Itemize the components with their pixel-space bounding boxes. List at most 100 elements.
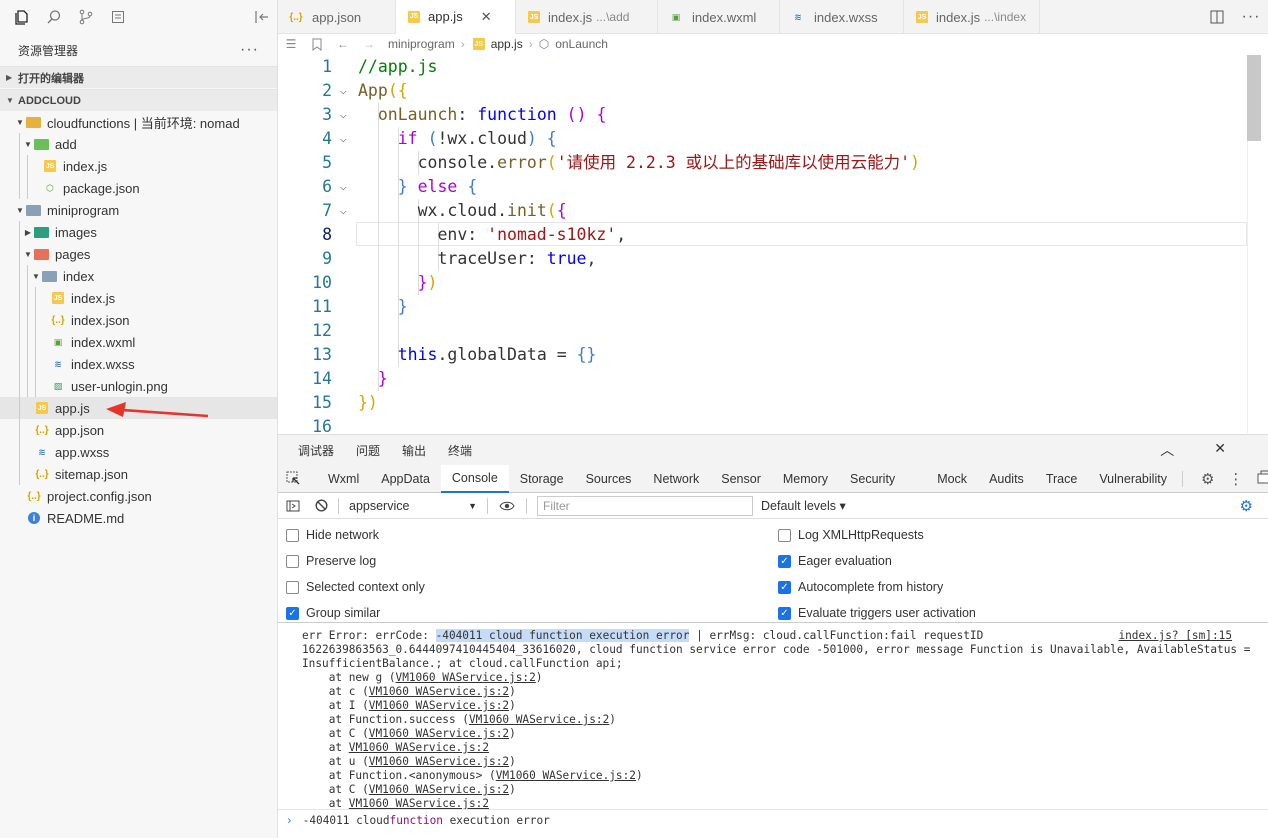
chevron-up-icon[interactable]: ︿ [1160,440,1174,460]
explorer-icon[interactable] [6,0,38,34]
editor-scrollbar-thumb[interactable] [1247,55,1261,141]
tree-item[interactable]: ▼ index [0,265,277,287]
chevron-down-icon[interactable]: ▼ [14,206,26,215]
kebab-menu-icon[interactable]: ⋮ [1228,470,1243,488]
back-arrow-icon[interactable]: ← [330,37,356,51]
stack-link[interactable]: VM1060 WAService.js:2 [369,727,509,740]
devtools-tab-vulnerability[interactable]: Vulnerability [1088,465,1178,493]
list-icon[interactable]: ☰ [278,37,304,51]
console-prompt[interactable]: › -404011 cloud function execution error [278,809,1268,831]
tree-item[interactable]: ⬡ package.json [0,177,277,199]
stack-link[interactable]: VM1060 WAService.js:2 [369,685,509,698]
checkbox-unchecked[interactable] [778,528,791,542]
devtools-tab-console[interactable]: Console [440,464,509,493]
console-option[interactable]: Hide network [286,528,379,542]
stack-link[interactable]: VM1060 WAService.js:2 [349,741,489,754]
breadcrumb-folder[interactable]: miniprogram [388,37,455,51]
chevron-down-icon[interactable]: ▼ [22,140,34,149]
fold-chevron-icon[interactable]: ⌵ [340,127,347,151]
panel-tab-debugger[interactable]: 调试器 [298,442,334,459]
source-link[interactable]: index.js? [sm]:15 [1118,629,1232,643]
tree-item[interactable]: {..} app.json [0,419,277,441]
inspect-element-icon[interactable] [278,465,309,493]
forward-arrow-icon[interactable]: → [356,37,382,51]
undock-icon[interactable] [1257,470,1268,487]
console-option[interactable]: Selected context only [286,580,425,594]
checkbox-checked[interactable]: ✓ [778,606,791,620]
console-option[interactable]: Log XMLHttpRequests [778,528,924,542]
chevron-right-icon[interactable]: ▶ [22,228,34,237]
console-option[interactable]: ✓ Autocomplete from history [778,580,943,594]
close-tab-icon[interactable]: ✕ [481,9,492,25]
breadcrumb-symbol[interactable]: onLaunch [555,37,608,51]
breadcrumb-file[interactable]: app.js [491,37,523,51]
devtools-tab-network[interactable]: Network [642,465,710,493]
tree-item[interactable]: ≋ app.wxss [0,441,277,463]
extensions-icon[interactable] [102,0,134,34]
console-option[interactable]: ✓ Eager evaluation [778,554,892,568]
editor-tab[interactable]: JS app.js ✕ [396,0,516,34]
tree-item[interactable]: i README.md [0,507,277,529]
tree-item[interactable]: ▶ images [0,221,277,243]
tree-item[interactable]: {..} index.json [0,309,277,331]
stack-link[interactable]: VM1060 WAService.js:2 [369,783,509,796]
devtools-tab-sources[interactable]: Sources [575,465,643,493]
editor-tab[interactable]: ▣ index.wxml [658,0,780,34]
console-option[interactable]: Preserve log [286,554,376,568]
show-sidebar-icon[interactable] [278,500,308,512]
tree-item[interactable]: ▣ index.wxml [0,331,277,353]
tree-item[interactable]: JS index.js [0,287,277,309]
filter-input[interactable]: Filter [537,495,753,516]
devtools-tab-appdata[interactable]: AppData [370,465,441,493]
editor-tab[interactable]: JS index.js ...\add [516,0,658,34]
open-editors-section[interactable]: ▶ 打开的编辑器 [0,66,277,88]
gear-icon[interactable]: ⚙ [1201,470,1214,488]
devtools-tab-wxml[interactable]: Wxml [317,465,370,493]
code-editor[interactable]: 1 //app.js 2 ⌵ App({3 ⌵ onLaunch: function ()… [278,55,1268,436]
devtools-tab-audits[interactable]: Audits [978,465,1035,493]
tree-item[interactable]: JS index.js [0,155,277,177]
clear-console-icon[interactable] [308,499,334,512]
panel-tab-problems[interactable]: 问题 [356,442,380,459]
fold-chevron-icon[interactable]: ⌵ [340,175,347,199]
checkbox-unchecked[interactable] [286,528,299,542]
devtools-tab-trace[interactable]: Trace [1035,465,1089,493]
tree-item[interactable]: {..} project.config.json [0,485,277,507]
chevron-down-icon[interactable]: ▼ [22,250,34,259]
console-option[interactable]: ✓ Group similar [286,606,380,620]
devtools-tab-sensor[interactable]: Sensor [710,465,772,493]
context-selector[interactable]: appservice ▼ [343,495,483,517]
editor-tab[interactable]: JS index.js ...\index [904,0,1040,34]
tree-item[interactable]: ≋ index.wxss [0,353,277,375]
close-icon[interactable]: ✕ [1214,440,1226,460]
bookmark-icon[interactable] [304,38,330,51]
collapse-sidebar-icon[interactable] [247,0,277,34]
tree-item[interactable]: ▼ pages [0,243,277,265]
fold-chevron-icon[interactable]: ⌵ [340,103,347,127]
more-icon[interactable]: ··· [1234,8,1268,26]
devtools-tab-security[interactable]: Security [839,465,906,493]
eye-icon[interactable] [492,501,522,511]
tree-item[interactable]: {..} sitemap.json [0,463,277,485]
tree-item[interactable]: ▼ cloudfunctions | 当前环境: nomad [0,111,277,133]
fold-chevron-icon[interactable]: ⌵ [340,199,347,223]
project-section[interactable]: ▼ ADDCLOUD [0,89,277,111]
log-levels-dropdown[interactable]: Default levels ▾ [761,498,846,513]
stack-link[interactable]: VM1060 WAService.js:2 [496,769,636,782]
console-option[interactable]: ✓ Evaluate triggers user activation [778,606,976,620]
stack-link[interactable]: VM1060 WAService.js:2 [396,671,536,684]
panel-tab-terminal[interactable]: 终端 [448,442,472,459]
checkbox-unchecked[interactable] [286,580,299,594]
devtools-tab-memory[interactable]: Memory [772,465,839,493]
search-icon[interactable] [38,0,70,34]
stack-link[interactable]: VM1060 WAService.js:2 [369,755,509,768]
panel-tab-output[interactable]: 输出 [402,442,426,459]
stack-link[interactable]: VM1060 WAService.js:2 [369,699,509,712]
tree-item[interactable]: ▼ add [0,133,277,155]
fold-chevron-icon[interactable]: ⌵ [340,79,347,103]
stack-link[interactable]: VM1060 WAService.js:2 [469,713,609,726]
editor-tab[interactable]: {..} app.json [278,0,396,34]
devtools-tab-storage[interactable]: Storage [509,465,575,493]
tree-item[interactable]: ▨ user-unlogin.png [0,375,277,397]
checkbox-checked[interactable]: ✓ [778,554,791,568]
